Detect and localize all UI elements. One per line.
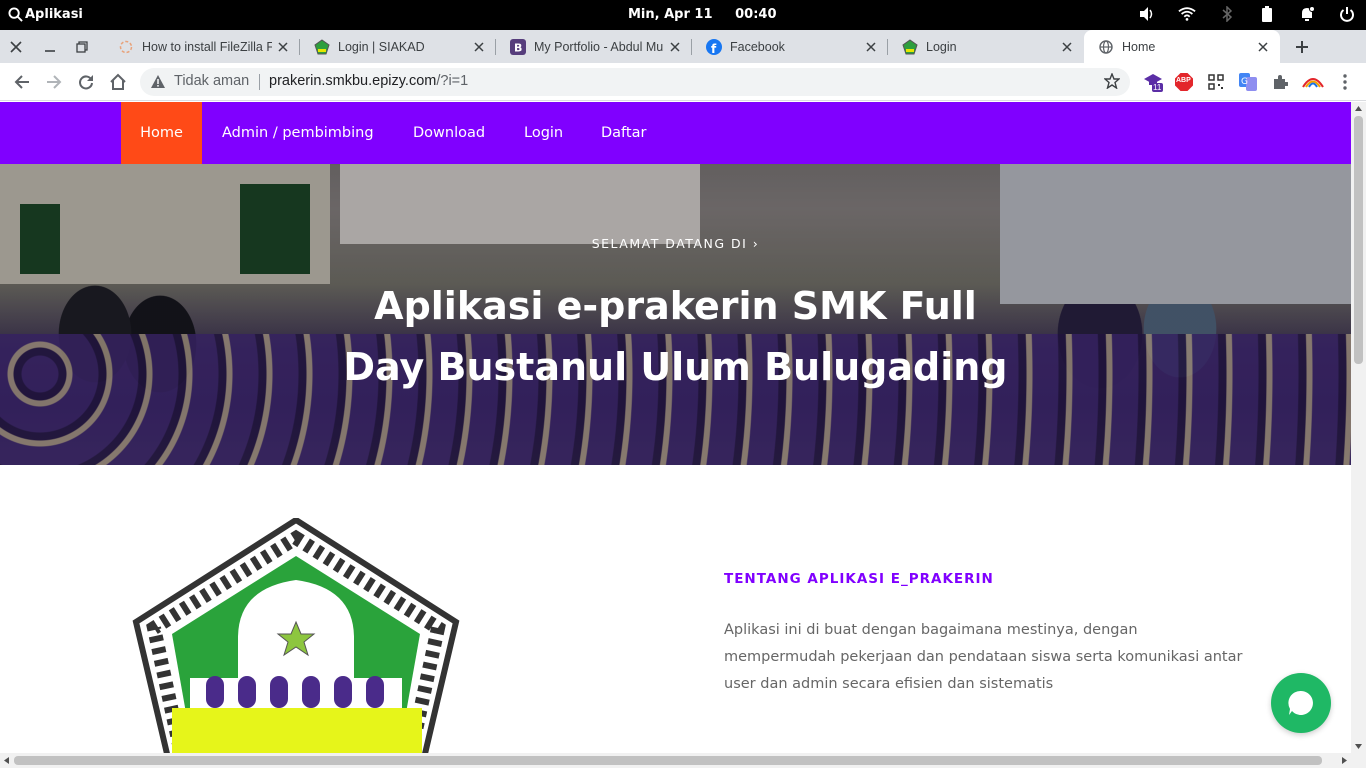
scroll-right-icon[interactable] [1342, 757, 1347, 764]
tab-close-icon[interactable] [468, 36, 490, 58]
address-bar[interactable]: Tidak aman prakerin.smkbu.epizy.com/?i=1 [140, 68, 1130, 96]
svg-text:G: G [1241, 77, 1248, 87]
home-icon [110, 73, 126, 90]
scroll-up-icon[interactable] [1355, 106, 1362, 111]
vertical-scrollbar[interactable] [1351, 102, 1366, 753]
warning-icon[interactable] [150, 74, 166, 93]
tab-title: How to install FileZilla F [142, 39, 272, 54]
search-icon [8, 7, 23, 22]
tab-facebook[interactable]: f Facebook [692, 30, 888, 63]
browser-menu-icon[interactable] [1335, 72, 1355, 92]
url-host: prakerin.smkbu.epizy.com [269, 73, 437, 89]
new-tab-button[interactable] [1290, 35, 1314, 59]
arrow-right-icon [47, 75, 62, 89]
tab-close-icon[interactable] [1056, 36, 1078, 58]
close-icon [10, 40, 22, 53]
web-page: Home Admin / pembimbing Download Login D… [0, 102, 1351, 753]
os-top-bar: Aplikasi Min, Apr 11 00:40 [0, 0, 1366, 30]
back-button[interactable] [10, 70, 34, 94]
hero-banner: SELAMAT DATANG DI › Aplikasi e-prakerin … [0, 164, 1351, 465]
security-label[interactable]: Tidak aman [174, 73, 249, 89]
notifications-icon[interactable] [1298, 5, 1316, 23]
adblock-label: ABP [1176, 77, 1191, 84]
address-divider [259, 74, 260, 90]
bookmark-star-icon[interactable] [1103, 72, 1121, 93]
school-logo-icon [314, 38, 330, 55]
extension-rainbow-icon[interactable] [1301, 72, 1325, 92]
window-minimize-button[interactable] [34, 30, 66, 63]
facebook-icon: f [706, 38, 722, 55]
chat-button[interactable] [1271, 673, 1331, 733]
home-button[interactable] [106, 70, 130, 94]
extensions-puzzle-icon[interactable] [1270, 72, 1290, 92]
hero-eyebrow: SELAMAT DATANG DI › [591, 236, 760, 251]
nav-login[interactable]: Login [524, 102, 563, 164]
bluetooth-icon[interactable] [1218, 5, 1236, 23]
extension-badge: 11 [1153, 83, 1162, 92]
tab-title: Login [926, 39, 957, 54]
extension-graduation-icon[interactable]: 11 [1143, 72, 1163, 92]
battery-icon[interactable] [1258, 5, 1276, 23]
url-path: /?i=1 [436, 73, 469, 89]
scroll-left-icon[interactable] [4, 757, 9, 764]
window-restore-button[interactable] [66, 30, 98, 63]
svg-text:f: f [711, 42, 717, 55]
qr-code-icon[interactable] [1206, 72, 1226, 92]
school-logo [132, 518, 460, 753]
translate-icon[interactable]: G [1238, 72, 1258, 92]
site-navbar: Home Admin / pembimbing Download Login D… [0, 102, 1351, 164]
volume-icon[interactable] [1138, 5, 1156, 23]
tab-portfolio[interactable]: B My Portfolio - Abdul Mu [496, 30, 692, 63]
tab-siakad[interactable]: Login | SIAKAD [300, 30, 496, 63]
nav-download[interactable]: Download [413, 102, 485, 164]
arrow-left-icon [14, 75, 29, 89]
plus-icon [1296, 41, 1308, 53]
tab-login[interactable]: Login [888, 30, 1084, 63]
nav-admin-pembimbing[interactable]: Admin / pembimbing [222, 102, 374, 164]
power-icon[interactable] [1338, 5, 1356, 23]
svg-text:B: B [514, 41, 522, 54]
horizontal-scrollbar[interactable] [0, 753, 1366, 768]
tab-close-icon[interactable] [860, 36, 882, 58]
vertical-scroll-thumb[interactable] [1354, 116, 1363, 364]
adblock-plus-icon[interactable]: ABP [1174, 72, 1194, 92]
about-title: TENTANG APLIKASI E_PRAKERIN [724, 571, 994, 587]
spinner-icon [118, 39, 134, 55]
horizontal-scroll-thumb[interactable] [14, 756, 1322, 765]
bootstrap-icon: B [510, 38, 526, 55]
restore-icon [76, 40, 88, 53]
reload-button[interactable] [74, 70, 98, 94]
browser-toolbar: Tidak aman prakerin.smkbu.epizy.com/?i=1… [0, 63, 1366, 101]
hero-title: Aplikasi e-prakerin SMK Full Day Bustanu… [343, 284, 1008, 389]
nav-home[interactable]: Home [121, 102, 202, 164]
reload-icon [79, 75, 93, 90]
url-text[interactable]: prakerin.smkbu.epizy.com/?i=1 [269, 73, 468, 89]
chat-bubble-icon [1288, 690, 1313, 715]
system-tray [1138, 5, 1356, 23]
forward-button[interactable] [42, 70, 66, 94]
nav-daftar[interactable]: Daftar [601, 102, 646, 164]
apps-menu-button[interactable]: Aplikasi [8, 7, 83, 22]
tab-title: My Portfolio - Abdul Mu [534, 39, 664, 54]
tab-strip: How to install FileZilla F Login | SIAKA… [0, 30, 1366, 63]
apps-label: Aplikasi [25, 7, 83, 22]
tab-title: Facebook [730, 39, 785, 54]
tab-title: Login | SIAKAD [338, 39, 425, 54]
tab-filezilla[interactable]: How to install FileZilla F [104, 30, 300, 63]
globe-icon [1098, 39, 1114, 55]
tab-close-icon[interactable] [272, 36, 294, 58]
minimize-icon [45, 49, 55, 52]
tab-close-icon[interactable] [1252, 36, 1274, 58]
scroll-down-icon[interactable] [1355, 744, 1362, 749]
clock[interactable]: Min, Apr 11 00:40 [628, 7, 777, 22]
about-text: Aplikasi ini di buat dengan bagaimana me… [724, 622, 1243, 692]
school-logo-icon [902, 38, 918, 55]
window-close-button[interactable] [0, 30, 32, 63]
tab-home[interactable]: Home [1084, 30, 1280, 63]
tab-close-icon[interactable] [664, 36, 686, 58]
wifi-icon[interactable] [1178, 5, 1196, 23]
tab-title: Home [1122, 39, 1156, 54]
